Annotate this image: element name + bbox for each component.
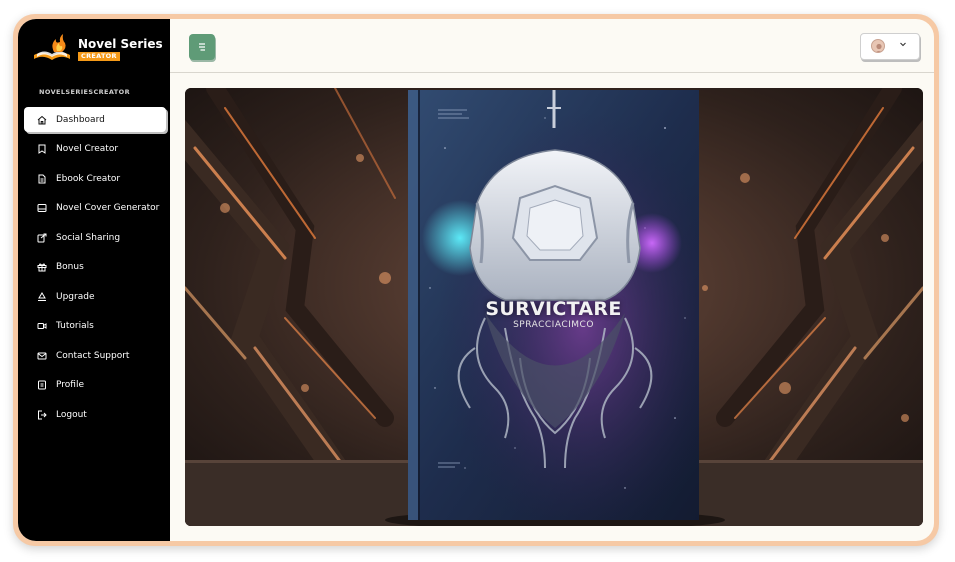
sidebar-item-social-sharing[interactable]: Social Sharing (24, 225, 166, 250)
sidebar-item-tutorials[interactable]: Tutorials (24, 314, 166, 339)
sidebar-item-label: Logout (56, 409, 87, 420)
mail-icon (37, 351, 47, 361)
document-icon (37, 174, 47, 184)
video-icon (37, 321, 47, 331)
book-cover-text: SURVICTARE SPRACCIACIMCO (408, 88, 699, 526)
sidebar-item-label: Social Sharing (56, 232, 121, 243)
sidebar-item-novel-cover-generator[interactable]: Novel Cover Generator (24, 196, 166, 221)
logo-title: Novel Series (78, 37, 163, 51)
sidebar-item-label: Novel Creator (56, 144, 119, 154)
sidebar-item-label: Tutorials (56, 321, 94, 331)
sidebar: Novel Series CREATOR NOVELSERIESCREATOR … (18, 19, 170, 541)
sidebar-item-label: Upgrade (56, 291, 95, 302)
sidebar-item-label: Ebook Creator (56, 173, 121, 184)
menu-toggle-button[interactable] (189, 34, 215, 60)
book-title: SURVICTARE (485, 298, 622, 320)
sidebar-nav: Dashboard Novel Creator Ebook Creator No… (24, 107, 166, 432)
topbar (170, 19, 934, 73)
sidebar-item-ebook-creator[interactable]: Ebook Creator (24, 166, 166, 191)
share-icon (37, 233, 47, 243)
sidebar-item-label: Bonus (56, 262, 84, 272)
recycle-icon (37, 291, 47, 302)
book-flame-logo-icon (34, 34, 70, 60)
sidebar-item-logout[interactable]: Logout (24, 402, 166, 427)
user-menu-button[interactable] (860, 33, 920, 60)
logo-subtitle: CREATOR (78, 52, 120, 61)
sidebar-item-label: Novel Cover Generator (56, 203, 160, 213)
sidebar-item-label: Profile (56, 380, 84, 390)
sidebar-item-novel-creator[interactable]: Novel Creator (24, 137, 166, 162)
book-subtitle: SPRACCIACIMCO (513, 320, 594, 330)
gift-icon (37, 262, 47, 272)
profile-icon (37, 380, 47, 390)
avatar-icon (871, 39, 885, 53)
chevron-down-icon (900, 42, 906, 47)
dashboard-hero-image: SURVICTARE SPRACCIACIMCO (185, 88, 923, 526)
app-frame: Novel Series CREATOR NOVELSERIESCREATOR … (13, 14, 939, 546)
brand-label: NOVELSERIESCREATOR (39, 88, 130, 96)
logout-icon (37, 410, 47, 420)
app-logo[interactable]: Novel Series CREATOR (32, 31, 163, 65)
menu-icon (199, 43, 205, 51)
sidebar-item-bonus[interactable]: Bonus (24, 255, 166, 280)
sidebar-item-profile[interactable]: Profile (24, 373, 166, 398)
home-icon (37, 115, 47, 125)
app-window: Novel Series CREATOR NOVELSERIESCREATOR … (18, 19, 934, 541)
sidebar-item-dashboard[interactable]: Dashboard (24, 107, 166, 132)
sidebar-item-label: Dashboard (56, 114, 105, 125)
sidebar-item-upgrade[interactable]: Upgrade (24, 284, 166, 309)
sidebar-item-contact-support[interactable]: Contact Support (24, 343, 166, 368)
sidebar-item-label: Contact Support (56, 350, 130, 361)
image-icon (37, 203, 47, 213)
bookmark-icon (37, 144, 47, 154)
